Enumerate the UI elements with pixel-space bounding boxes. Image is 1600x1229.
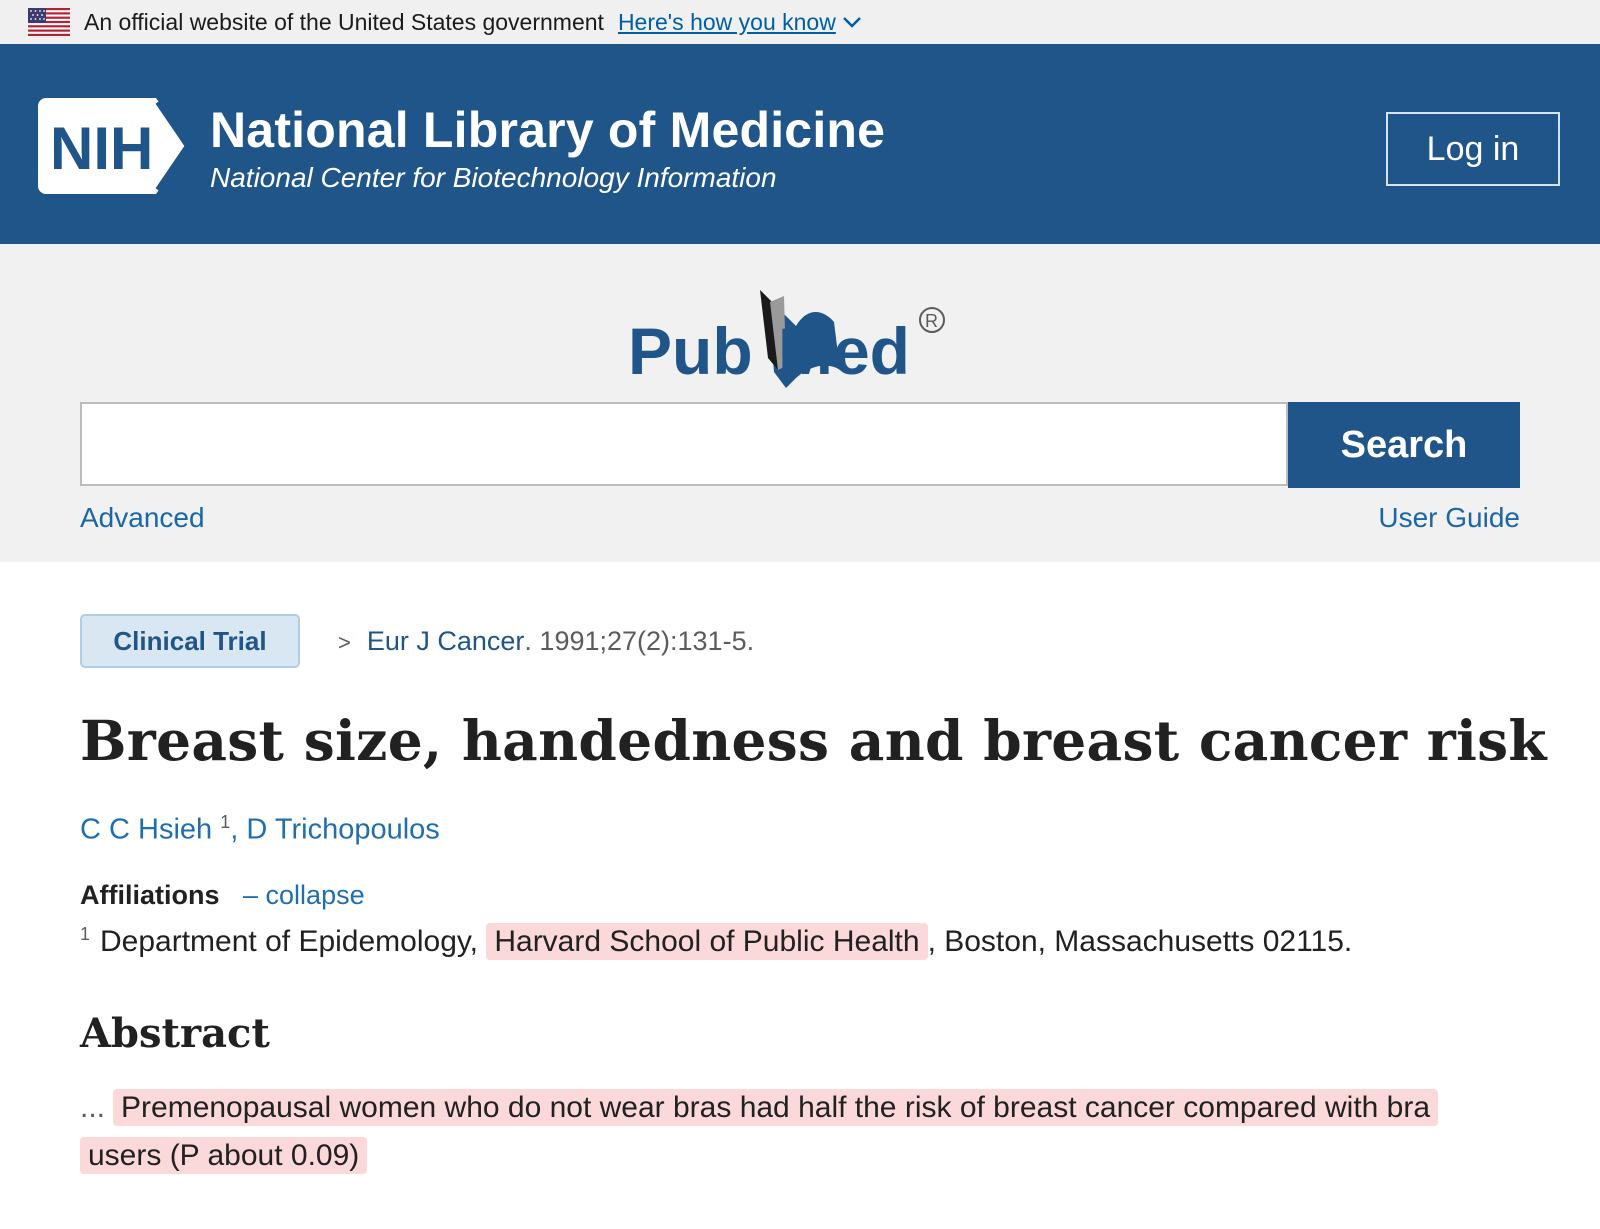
search-input[interactable] [80, 402, 1288, 486]
user-guide-link[interactable]: User Guide [1378, 502, 1520, 534]
abstract-highlight: Premenopausal women who do not wear bras… [113, 1089, 1439, 1126]
registered-mark: R [925, 311, 938, 331]
chevron-down-icon [842, 17, 861, 28]
nih-subtitle: National Center for Biotechnology Inform… [210, 162, 777, 193]
affiliation-marker[interactable]: 1 [220, 812, 230, 832]
heres-how-you-know-label: Here's how you know [617, 8, 836, 35]
gov-banner-text: An official website of the United States… [84, 8, 604, 35]
pubmed-logo-med: Med [778, 314, 910, 388]
abstract-ellipsis: ... [80, 1091, 106, 1124]
article-meta-row: Clinical Trial > Eur J Cancer . 1991;27(… [80, 614, 754, 668]
search-area: Pub Med R Search Advanced User Guide [0, 244, 1600, 562]
affiliation-number: 1 [80, 924, 91, 944]
author-link[interactable]: C C Hsieh [80, 814, 212, 846]
affiliation-post: , Boston, Massachusetts 02115. [927, 925, 1353, 958]
affiliations-label: Affiliations [80, 880, 220, 910]
abstract-highlight: users (P about 0.09) [80, 1137, 368, 1174]
pubmed-logo-pub: Pub [628, 314, 753, 388]
affiliation-item: 1 Department of Epidemology, Harvard Scho… [80, 923, 1353, 960]
search-button[interactable]: Search [1288, 402, 1520, 488]
citation-details: . 1991;27(2):131-5. [524, 625, 755, 656]
heres-how-you-know-link[interactable]: Here's how you know [618, 9, 862, 36]
login-button[interactable]: Log in [1386, 112, 1560, 186]
citation: > Eur J Cancer . 1991;27(2):131-5. [338, 626, 754, 657]
affiliation-highlight: Harvard School of Public Health [486, 923, 928, 960]
abstract-snippet: ... Premenopausal women who do not wear b… [80, 1084, 1520, 1180]
abstract-heading: Abstract [80, 1010, 270, 1057]
collapse-affiliations-button[interactable]: – collapse [243, 880, 365, 910]
nih-logo-icon[interactable]: NIH [38, 98, 194, 196]
pubmed-logo[interactable]: Pub Med R [628, 282, 968, 398]
article-title: Breast size, handedness and breast cance… [80, 708, 1547, 773]
nih-logo-text: NIH [50, 115, 153, 182]
nih-title[interactable]: National Library of Medicine [210, 100, 885, 160]
advanced-search-link[interactable]: Advanced [80, 502, 205, 534]
nih-titles: National Library of Medicine National Ce… [210, 100, 885, 194]
author-link[interactable]: D Trichopoulos [246, 814, 439, 846]
gov-banner: An official website of the United States… [0, 0, 1600, 44]
affiliations-header: Affiliations – collapse [80, 880, 365, 911]
nih-header: NIH National Library of Medicine Nationa… [0, 44, 1600, 244]
journal-link[interactable]: Eur J Cancer [367, 626, 525, 657]
us-flag-icon [28, 8, 70, 36]
chevron-right-icon: > [338, 629, 351, 655]
authors-list: C C Hsieh 1, D Trichopoulos [80, 812, 440, 846]
publication-type-badge: Clinical Trial [80, 614, 300, 668]
affiliation-pre: Department of Epidemology, [100, 925, 478, 958]
